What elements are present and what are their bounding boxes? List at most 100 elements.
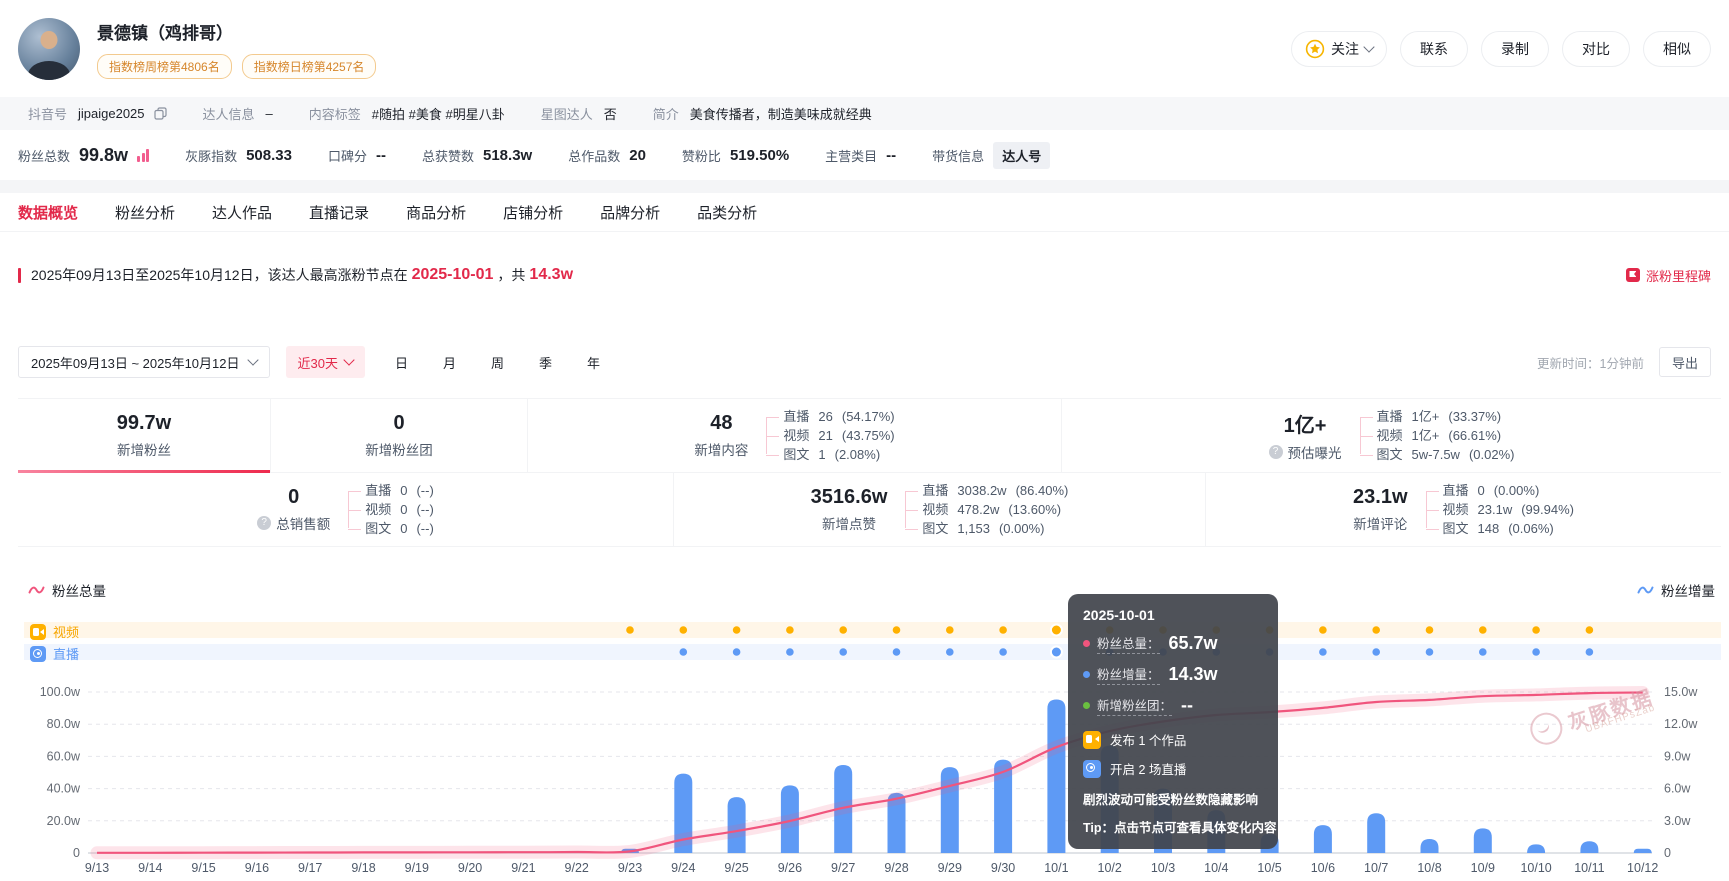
period-日[interactable]: 日 xyxy=(395,353,408,372)
metric-card-新增内容[interactable]: 48新增内容直播26(54.17%)视频21(43.75%)图文1(2.08%) xyxy=(527,399,1061,472)
updated-time: 更新时间：1分钟前 xyxy=(1537,353,1644,372)
x-axis-label: 9/29 xyxy=(938,861,962,875)
video-event-dot-9/30[interactable] xyxy=(999,626,1007,634)
live-event-dot-9/29[interactable] xyxy=(946,648,954,656)
video-event-dot-9/29[interactable] xyxy=(946,626,954,634)
video-event-dot-9/27[interactable] xyxy=(839,626,847,634)
video-event-dot-9/25[interactable] xyxy=(733,626,741,634)
bar-10/7[interactable] xyxy=(1367,813,1385,853)
live-event-dot-10/8[interactable] xyxy=(1426,648,1434,656)
live-event-dot-9/25[interactable] xyxy=(733,648,741,656)
similar-button[interactable]: 相似 xyxy=(1643,31,1711,67)
live-event-dot-9/28[interactable] xyxy=(893,648,901,656)
contact-button[interactable]: 联系 xyxy=(1400,31,1468,67)
metric-card-预估曝光[interactable]: 1亿+?预估曝光直播1亿+(33.37%)视频1亿+(66.61%)图文5w-7… xyxy=(1061,399,1721,472)
breakdown-row: 直播26(54.17%) xyxy=(783,408,894,425)
metric-card-新增评论[interactable]: 23.1w新增评论直播0(0.00%)视频23.1w(99.94%)图文148(… xyxy=(1205,473,1721,546)
live-event-dot-10/10[interactable] xyxy=(1532,648,1540,656)
tab-粉丝分析[interactable]: 粉丝分析 xyxy=(115,202,175,223)
summary-cards: 99.7w新增粉丝0新增粉丝团48新增内容直播26(54.17%)视频21(43… xyxy=(18,398,1721,547)
info-bar: 抖音号jipaige2025达人信息–内容标签#随拍 #美食 #明星八卦星图达人… xyxy=(0,97,1729,130)
tab-数据概览[interactable]: 数据概览 xyxy=(18,202,78,223)
video-event-dot-10/1[interactable] xyxy=(1051,625,1062,636)
video-event-dot-10/7[interactable] xyxy=(1372,626,1380,634)
mini-trend-icon[interactable] xyxy=(137,149,149,162)
live-event-dot-9/27[interactable] xyxy=(839,648,847,656)
tab-商品分析[interactable]: 商品分析 xyxy=(406,202,466,223)
rank-badge: 指数榜日榜第4257名 xyxy=(242,54,377,79)
video-event-dot-9/23[interactable] xyxy=(626,626,634,634)
period-月[interactable]: 月 xyxy=(443,353,456,372)
metric-card-新增点赞[interactable]: 3516.6w新增点赞直播3038.2w(86.40%)视频478.2w(13.… xyxy=(673,473,1205,546)
tab-达人作品[interactable]: 达人作品 xyxy=(212,202,272,223)
info-value: 美食传播者，制造美味成就经典 xyxy=(690,104,872,123)
info-item-3: 星图达人否 xyxy=(541,104,617,123)
video-event-dot-9/28[interactable] xyxy=(893,626,901,634)
tab-直播记录[interactable]: 直播记录 xyxy=(309,202,369,223)
live-event-dot-9/30[interactable] xyxy=(999,648,1007,656)
video-event-dot-10/9[interactable] xyxy=(1479,626,1487,634)
live-event-dot-10/7[interactable] xyxy=(1372,648,1380,656)
tooltip-note: 剧烈波动可能受粉丝数隐藏影响 xyxy=(1083,789,1263,808)
info-label: 简介 xyxy=(653,104,679,123)
stat-value: 508.33 xyxy=(246,147,292,164)
bar-10/9[interactable] xyxy=(1474,828,1492,853)
tab-店铺分析[interactable]: 店铺分析 xyxy=(503,202,563,223)
live-event-dot-10/9[interactable] xyxy=(1479,648,1487,656)
stat-value: 99.8w xyxy=(79,145,128,166)
live-icon xyxy=(30,646,46,662)
video-event-dot-9/24[interactable] xyxy=(680,626,688,634)
period-季[interactable]: 季 xyxy=(539,353,552,372)
stat-label: 口碑分 xyxy=(328,146,367,165)
period-年[interactable]: 年 xyxy=(587,353,600,372)
stat-灰豚指数: 灰豚指数508.33 xyxy=(185,146,292,165)
video-event-dot-10/6[interactable] xyxy=(1319,626,1327,634)
tab-品类分析[interactable]: 品类分析 xyxy=(697,202,757,223)
tooltip-tip: Tip：点击节点可查看具体变化内容 xyxy=(1083,817,1263,836)
copy-icon[interactable] xyxy=(154,107,167,120)
x-axis-label: 9/16 xyxy=(245,861,269,875)
legend-live[interactable]: 直播 xyxy=(30,644,79,663)
help-icon[interactable]: ? xyxy=(1269,445,1283,459)
metric-card-总销售额[interactable]: 0?总销售额直播0(--)视频0(--)图文0(--) xyxy=(18,473,673,546)
x-axis-label: 9/15 xyxy=(191,861,215,875)
breakdown-row: 图文5w-7.5w(0.02%) xyxy=(1377,446,1515,463)
notice-peak-value: 14.3w xyxy=(529,266,573,284)
x-axis-label: 10/6 xyxy=(1311,861,1335,875)
quick-range-select[interactable]: 近30天 xyxy=(286,346,365,378)
metric-card-新增粉丝团[interactable]: 0新增粉丝团 xyxy=(270,399,527,472)
record-button[interactable]: 录制 xyxy=(1481,31,1549,67)
breakdown-row: 图文148(0.06%) xyxy=(1443,520,1574,537)
follow-button[interactable]: 关注 xyxy=(1291,31,1387,67)
tab-品牌分析[interactable]: 品牌分析 xyxy=(600,202,660,223)
chart-plot: 100.0w15.0w80.0w12.0w60.0w9.0w40.0w6.0w2… xyxy=(0,580,1729,881)
live-event-dot-9/24[interactable] xyxy=(680,648,688,656)
bar-10/10[interactable] xyxy=(1527,844,1545,853)
bar-10/6[interactable] xyxy=(1314,825,1332,853)
avatar[interactable] xyxy=(18,18,80,80)
milestone-link[interactable]: 涨粉里程碑 xyxy=(1626,266,1711,285)
compare-button[interactable]: 对比 xyxy=(1562,31,1630,67)
video-event-dot-10/8[interactable] xyxy=(1426,626,1434,634)
date-range-select[interactable]: 2025年09月13日 ~ 2025年10月12日 xyxy=(18,346,270,378)
help-icon[interactable]: ? xyxy=(257,516,271,530)
video-event-dot-9/26[interactable] xyxy=(786,626,794,634)
export-button[interactable]: 导出 xyxy=(1659,347,1711,377)
video-event-dot-10/11[interactable] xyxy=(1586,626,1594,634)
bar-10/12[interactable] xyxy=(1634,849,1652,853)
legend-video[interactable]: 视频 xyxy=(30,622,79,641)
live-event-dot-10/1[interactable] xyxy=(1051,647,1062,658)
bar-10/1[interactable] xyxy=(1047,700,1065,853)
video-icon xyxy=(30,624,46,640)
metric-card-新增粉丝[interactable]: 99.7w新增粉丝 xyxy=(18,399,270,472)
info-value: – xyxy=(266,106,273,121)
bar-10/8[interactable] xyxy=(1421,839,1439,853)
bar-10/11[interactable] xyxy=(1580,841,1598,853)
notice-text: 2025年09月13日至2025年10月12日，该达人最高涨粉节点在 xyxy=(31,265,408,285)
video-event-dot-10/10[interactable] xyxy=(1532,626,1540,634)
live-event-dot-9/26[interactable] xyxy=(786,648,794,656)
x-axis-label: 9/26 xyxy=(778,861,802,875)
live-event-dot-10/6[interactable] xyxy=(1319,648,1327,656)
live-event-dot-10/11[interactable] xyxy=(1586,648,1594,656)
period-周[interactable]: 周 xyxy=(491,353,504,372)
